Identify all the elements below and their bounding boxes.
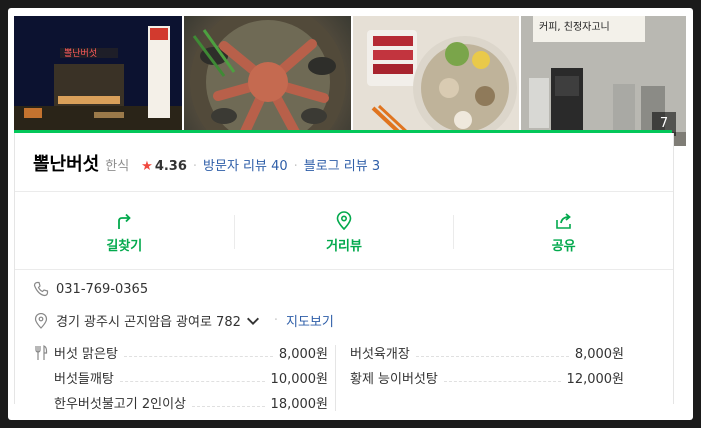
rating-value: 4.36	[154, 159, 187, 174]
menu-item: 한우버섯불고기 2인이상 18,000원	[54, 393, 328, 412]
phone-row: 031-769-0365	[33, 281, 148, 297]
action-bar: 길찾기 거리뷰 공유	[15, 207, 673, 257]
directions-icon	[118, 213, 132, 229]
visitor-reviews-link[interactable]: 방문자 리뷰 40	[203, 155, 288, 174]
star-icon: ★	[141, 159, 153, 174]
divider	[15, 191, 673, 192]
phone-number[interactable]: 031-769-0365	[56, 282, 148, 297]
place-info-panel: 뽈난버섯 한식 ★ 4.36 · 방문자 리뷰 40 · 블로그 리뷰 3 길찾…	[14, 133, 674, 412]
map-view-link[interactable]: 지도보기	[286, 311, 334, 330]
photo-strip[interactable]: 뽈난버섯 커피, 친정자고니 7	[14, 16, 686, 146]
menu-item: 버섯육개장 8,000원	[350, 343, 624, 362]
location-pin-icon	[336, 210, 352, 230]
share-icon	[555, 212, 571, 229]
separator-dot: ·	[192, 159, 198, 174]
directions-label: 길찾기	[106, 238, 143, 254]
svg-text:뽈난버섯: 뽈난버섯	[64, 48, 97, 59]
menu-item-name: 버섯육개장	[350, 346, 410, 362]
phone-icon	[33, 281, 49, 297]
menu-item: 버섯 맑은탕 8,000원	[54, 343, 328, 362]
photo-hotpot-platter[interactable]	[353, 16, 519, 146]
menu-item: 황제 능이버섯탕 12,000원	[350, 368, 624, 387]
photo-octopus-stew[interactable]	[183, 16, 351, 146]
octopus-stew-illustration	[189, 16, 346, 146]
menu-item-name: 한우버섯불고기 2인이상	[54, 396, 187, 412]
separator-dot: ·	[273, 313, 279, 328]
svg-text:커피, 친정자고니: 커피, 친정자고니	[539, 21, 610, 33]
menu-item-price: 18,000원	[270, 396, 328, 412]
divider	[15, 269, 673, 270]
chevron-down-icon[interactable]	[245, 313, 261, 329]
menu-item-price: 12,000원	[566, 371, 624, 387]
separator-dot: ·	[293, 159, 298, 174]
menu-item-price: 10,000원	[270, 371, 328, 387]
place-category: 한식	[105, 159, 130, 174]
hotpot-illustration	[353, 16, 519, 146]
place-name: 뽈난버섯	[33, 154, 100, 175]
menu-item-name: 버섯들깨탕	[54, 371, 114, 387]
menu-item-name: 황제 능이버섯탕	[350, 371, 438, 387]
divider	[335, 345, 336, 411]
menu-item-price: 8,000원	[278, 346, 328, 362]
directions-button[interactable]: 길찾기	[15, 207, 234, 257]
share-label: 공유	[551, 238, 576, 254]
street-view-label: 거리뷰	[326, 238, 362, 254]
location-pin-icon	[34, 312, 48, 329]
menu-item: 버섯들깨탕 10,000원	[54, 368, 328, 387]
menu-item-price: 8,000원	[574, 346, 624, 362]
exterior-illustration: 뽈난버섯	[14, 16, 182, 146]
address-row: 경기 광주시 곤지암읍 광여로 782 · 지도보기	[33, 311, 334, 330]
address-text: 경기 광주시 곤지암읍 광여로 782	[56, 315, 241, 330]
share-button[interactable]: 공유	[454, 207, 673, 257]
menu-item-name: 버섯 맑은탕	[54, 346, 118, 362]
photo-interior-sign[interactable]: 커피, 친정자고니 7	[520, 16, 686, 146]
photo-exterior[interactable]: 뽈난버섯	[14, 16, 182, 146]
place-header: 뽈난버섯 한식 ★ 4.36 · 방문자 리뷰 40 · 블로그 리뷰 3	[33, 150, 380, 175]
blog-reviews-link[interactable]: 블로그 리뷰 3	[304, 155, 380, 174]
street-view-button[interactable]: 거리뷰	[235, 207, 454, 257]
cutlery-icon	[35, 345, 48, 360]
